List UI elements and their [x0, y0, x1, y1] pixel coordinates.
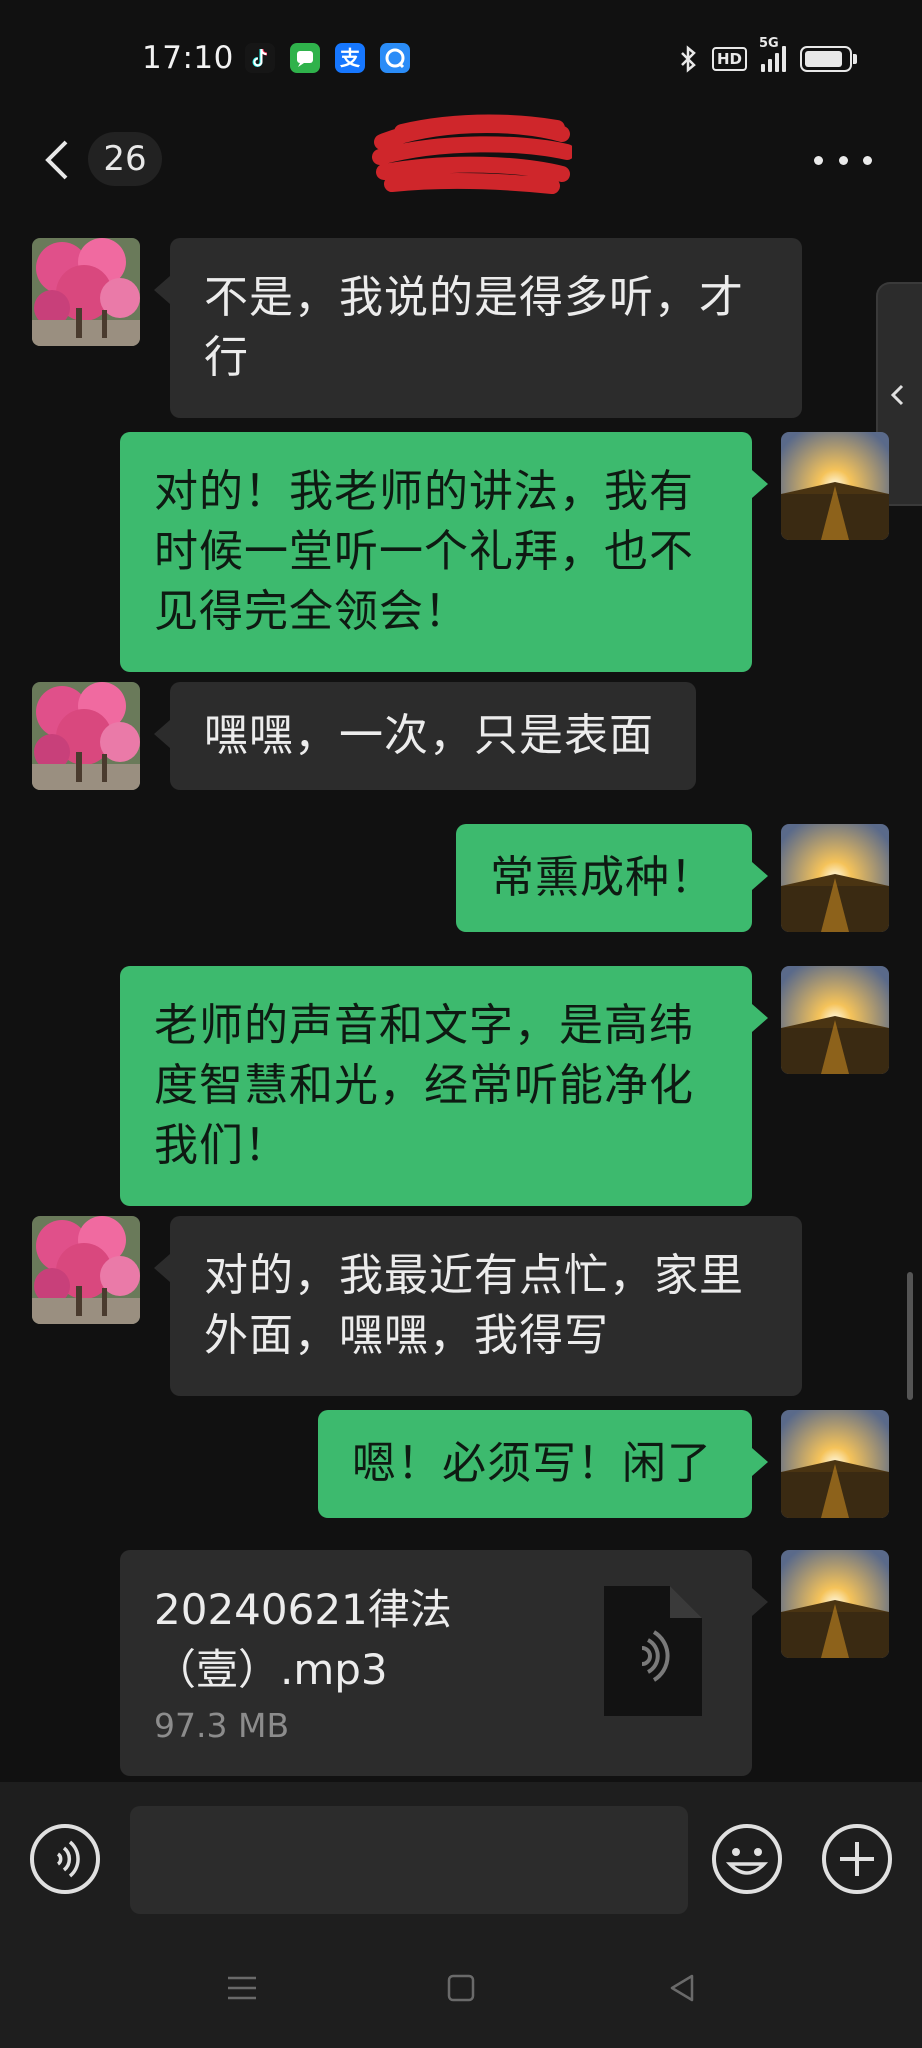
- bluetooth-icon: [681, 45, 696, 73]
- more-options-button[interactable]: [814, 150, 872, 170]
- file-name: 20240621律法 （壹）.mp3: [154, 1580, 494, 1700]
- voice-icon[interactable]: [28, 1822, 102, 1896]
- redacted-title-scribble: [372, 114, 572, 194]
- audio-file-icon: [604, 1586, 702, 1716]
- signal-icon: 5G: [759, 36, 786, 72]
- message-bubble-received[interactable]: 不是，我说的是得多听，才行: [154, 238, 802, 418]
- plus-icon[interactable]: [820, 1822, 894, 1896]
- message-bubble-received[interactable]: 嘿嘿，一次，只是表面: [154, 682, 696, 790]
- my-avatar[interactable]: [781, 1550, 889, 1658]
- my-avatar[interactable]: [781, 432, 889, 540]
- status-time: 17:10: [142, 40, 234, 76]
- back-triangle-icon[interactable]: [664, 1970, 700, 2006]
- my-avatar[interactable]: [781, 824, 889, 932]
- message-bubble-sent[interactable]: 对的！我老师的讲法，我有时候一堂听一个礼拜，也不见得完全领会！: [120, 432, 768, 672]
- scroll-indicator[interactable]: [907, 1272, 913, 1400]
- file-message-bubble[interactable]: 20240621律法 （壹）.mp3 97.3 MB: [120, 1550, 768, 1776]
- home-square-icon[interactable]: [443, 1970, 479, 2006]
- status-bar: 17:10 支 HD 5G: [0, 0, 922, 118]
- back-arrow-icon[interactable]: [38, 132, 78, 188]
- network-type: 5G: [759, 36, 779, 51]
- my-avatar[interactable]: [781, 1410, 889, 1518]
- alipay-icon: 支: [335, 43, 365, 73]
- my-avatar[interactable]: [781, 966, 889, 1074]
- contact-avatar[interactable]: [32, 238, 140, 346]
- message-bubble-sent[interactable]: 嗯！必须写！闲了: [318, 1410, 768, 1518]
- hd-badge: HD: [711, 47, 747, 71]
- battery-icon: [800, 46, 857, 72]
- file-name-line: （壹）.mp3: [154, 1645, 388, 1694]
- status-indicators: HD 5G: [678, 36, 857, 74]
- contact-avatar[interactable]: [32, 682, 140, 790]
- messages-icon: [290, 43, 320, 73]
- file-size: 97.3 MB: [154, 1706, 290, 1745]
- menu-icon[interactable]: [224, 1970, 260, 2006]
- tiktok-icon: [245, 43, 275, 73]
- file-name-line: 20240621律法: [154, 1585, 452, 1634]
- message-input[interactable]: [130, 1806, 688, 1914]
- contact-avatar[interactable]: [32, 1216, 140, 1324]
- message-bubble-sent[interactable]: 常熏成种！: [456, 824, 768, 932]
- unread-count-badge[interactable]: 26: [88, 132, 162, 186]
- message-bubble-received[interactable]: 对的，我最近有点忙，家里外面，嘿嘿，我得写: [154, 1216, 802, 1396]
- message-bubble-sent[interactable]: 老师的声音和文字，是高纬度智慧和光，经常听能净化我们！: [120, 966, 768, 1206]
- qq-browser-icon: [380, 43, 410, 73]
- emoji-icon[interactable]: [710, 1822, 784, 1896]
